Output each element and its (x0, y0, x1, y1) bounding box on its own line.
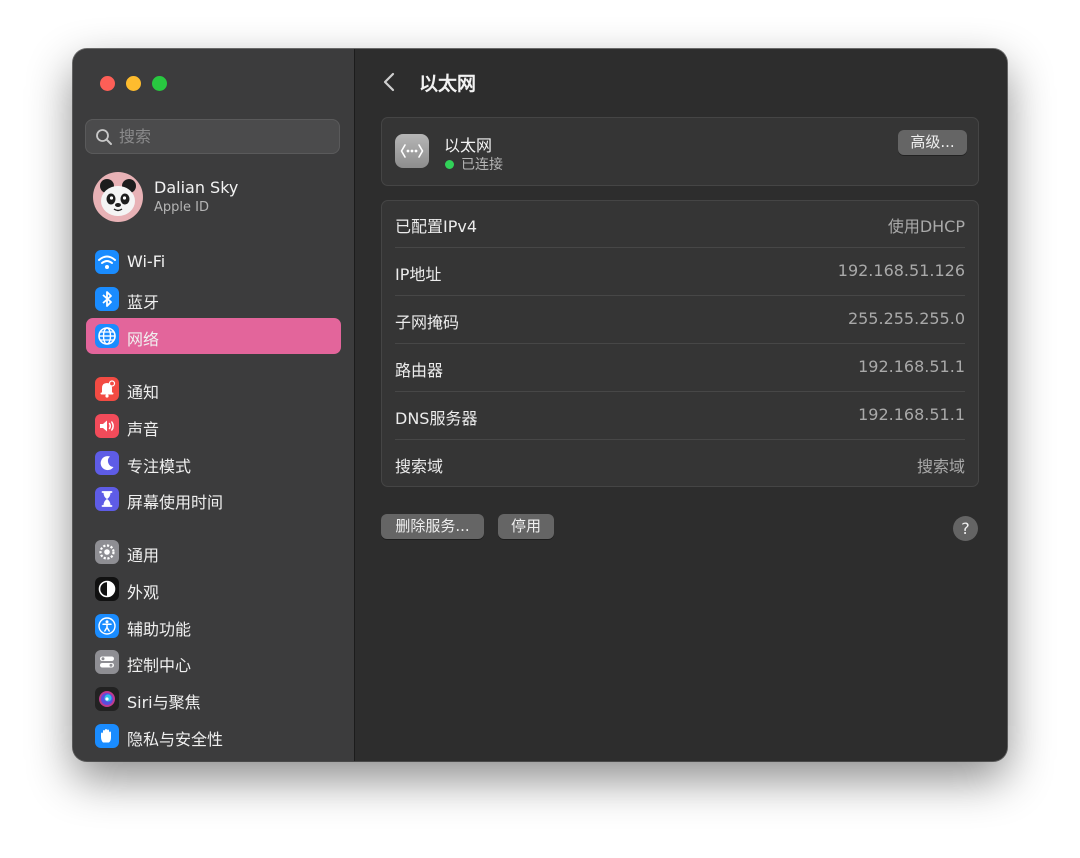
siri-icon (95, 687, 119, 711)
row-value: 192.168.51.1 (858, 357, 965, 376)
search-icon (96, 129, 112, 145)
connected-status-dot (445, 160, 454, 169)
sidebar-item-label: 通用 (127, 546, 160, 565)
page-title: 以太网 (419, 73, 477, 95)
sidebar-item-label: 外观 (127, 583, 160, 602)
apple-id-profile[interactable]: Dalian Sky Apple ID (93, 170, 343, 224)
delete-service-button[interactable]: 删除服务... (381, 514, 484, 539)
sidebar-item-network[interactable]: 网络 (86, 318, 341, 354)
service-status: 已连接 (461, 157, 503, 173)
globe-icon (95, 324, 119, 348)
detail-row-router: 路由器 192.168.51.1 (381, 344, 979, 392)
ethernet-icon (395, 134, 429, 168)
sidebar-item-label: 蓝牙 (127, 293, 160, 312)
disable-button[interactable]: 停用 (498, 514, 554, 539)
sidebar-item-focus[interactable]: 专注模式 (86, 445, 341, 481)
row-value: 192.168.51.126 (837, 261, 965, 280)
row-value: 192.168.51.1 (858, 405, 965, 424)
detail-row-search-domain: 搜索域 搜索域 (381, 440, 979, 488)
hand-icon (95, 724, 119, 748)
accessibility-icon (95, 614, 119, 638)
avatar (93, 172, 143, 222)
wifi-icon (95, 250, 119, 274)
sidebar-item-label: 隐私与安全性 (127, 730, 224, 749)
sidebar-item-label: 屏幕使用时间 (127, 493, 224, 512)
sidebar-item-appearance[interactable]: 外观 (86, 571, 341, 607)
sidebar-item-general[interactable]: 通用 (86, 534, 341, 570)
advanced-button[interactable]: 高级... (898, 130, 967, 155)
profile-name: Dalian Sky (154, 178, 239, 197)
row-label: 已配置IPv4 (395, 217, 478, 236)
sidebar-item-privacy-security[interactable]: 隐私与安全性 (86, 718, 341, 754)
row-value: 255.255.255.0 (847, 309, 965, 328)
panda-avatar-icon (100, 179, 136, 216)
service-name: 以太网 (444, 136, 493, 155)
sidebar-item-label: Wi-Fi (127, 252, 166, 271)
detail-row-ip-address: IP地址 192.168.51.126 (381, 248, 979, 296)
sidebar-item-label: 网络 (127, 330, 160, 349)
profile-subtitle: Apple ID (154, 200, 209, 215)
settings-window: Dalian Sky Apple ID Wi-Fi 蓝牙 网络 (73, 49, 1007, 761)
toggles-icon (95, 650, 119, 674)
detail-row-subnet-mask: 子网掩码 255.255.255.0 (381, 296, 979, 344)
row-label: IP地址 (395, 265, 442, 284)
sidebar-item-label: Siri与聚焦 (127, 693, 201, 712)
sidebar: Dalian Sky Apple ID Wi-Fi 蓝牙 网络 (73, 49, 354, 761)
appearance-icon (95, 577, 119, 601)
main-pane: 以太网 以太网 已连接 高级... 已配置IPv4 使用DHCP IP地址 19… (355, 49, 1007, 761)
sidebar-item-label: 通知 (127, 383, 160, 402)
row-label: 路由器 (395, 361, 444, 380)
sidebar-item-label: 专注模式 (127, 457, 192, 476)
sidebar-item-wifi[interactable]: Wi-Fi (86, 244, 341, 280)
sidebar-item-notifications[interactable]: 通知 (86, 371, 341, 407)
sidebar-item-label: 声音 (127, 420, 160, 439)
detail-row-ipv4: 已配置IPv4 使用DHCP (381, 200, 979, 248)
bell-icon (95, 377, 119, 401)
help-button[interactable]: ? (953, 516, 978, 541)
row-label: DNS服务器 (395, 409, 478, 428)
zoom-window-button[interactable] (152, 76, 167, 91)
sidebar-item-control-center[interactable]: 控制中心 (86, 644, 341, 680)
gear-icon (95, 540, 119, 564)
speaker-icon (95, 414, 119, 438)
search-input[interactable] (119, 125, 331, 148)
row-label: 子网掩码 (395, 313, 460, 332)
back-chevron-icon[interactable] (379, 69, 401, 95)
sidebar-item-sound[interactable]: 声音 (86, 408, 341, 444)
hourglass-icon (95, 487, 119, 511)
row-value: 搜索域 (916, 457, 965, 476)
minimize-window-button[interactable] (126, 76, 141, 91)
bluetooth-icon (95, 287, 119, 311)
sidebar-item-label: 辅助功能 (127, 620, 192, 639)
sidebar-item-bluetooth[interactable]: 蓝牙 (86, 281, 341, 317)
network-details-card: 已配置IPv4 使用DHCP IP地址 192.168.51.126 子网掩码 … (381, 200, 979, 487)
sidebar-item-siri-spotlight[interactable]: Siri与聚焦 (86, 681, 341, 717)
row-label: 搜索域 (395, 457, 444, 476)
service-card: 以太网 已连接 高级... (381, 117, 979, 186)
sidebar-item-accessibility[interactable]: 辅助功能 (86, 608, 341, 644)
search-field[interactable] (85, 119, 340, 154)
moon-icon (95, 451, 119, 475)
close-window-button[interactable] (100, 76, 115, 91)
detail-row-dns: DNS服务器 192.168.51.1 (381, 392, 979, 440)
row-value: 使用DHCP (887, 217, 965, 236)
sidebar-item-label: 控制中心 (127, 656, 192, 675)
sidebar-item-screen-time[interactable]: 屏幕使用时间 (86, 481, 341, 517)
